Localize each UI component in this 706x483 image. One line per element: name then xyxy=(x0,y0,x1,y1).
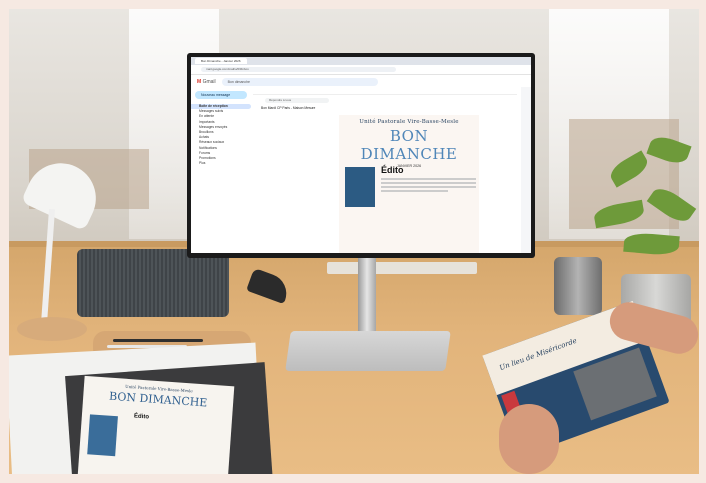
newsletter-image xyxy=(345,167,375,207)
print-image xyxy=(87,414,118,457)
keyboard xyxy=(327,262,477,274)
speaker xyxy=(77,249,229,317)
url-input[interactable]: mail.google.com/mail/u/0/#inbox xyxy=(201,67,396,72)
message-toolbar xyxy=(253,87,517,95)
search-input[interactable]: Bon dimanche xyxy=(221,77,378,86)
gmail-sidebar: Nouveau message Boîte de réception Messa… xyxy=(191,87,251,253)
metal-canister xyxy=(554,257,602,315)
print-section: Édito xyxy=(133,413,150,421)
sidebar-item-more[interactable]: Plus xyxy=(191,161,251,166)
gmail-logo: M Gmail xyxy=(197,78,216,85)
desk-lamp-base xyxy=(17,317,87,341)
printed-newsletter: Unité Pastorale Vire-Basse-Mesle BON DIM… xyxy=(77,375,235,474)
monitor-stand-base xyxy=(285,331,451,371)
browser-url-bar: mail.google.com/mail/u/0/#inbox xyxy=(191,65,531,75)
browser-tab-bar: Bon Dimanche - Janvier 2026 xyxy=(191,57,531,65)
newsletter-title: BON DIMANCHE xyxy=(360,127,458,163)
monitor: Bon Dimanche - Janvier 2026 mail.google.… xyxy=(187,53,535,258)
newsletter-preview: Unité Pastorale Vire-Basse-Mesle BON DIM… xyxy=(339,115,479,253)
gmail-side-panel xyxy=(521,87,531,253)
gmail-message-pane: Répondre à tous Bon Mardi CP Paris - Mai… xyxy=(253,87,517,253)
compose-button[interactable]: Nouveau message xyxy=(195,91,247,99)
monitor-stand xyxy=(358,258,376,336)
reply-all-button[interactable]: Répondre à tous xyxy=(265,98,329,103)
monitor-screen: Bon Dimanche - Janvier 2026 mail.google.… xyxy=(191,57,531,253)
photo-frame: Bon Dimanche - Janvier 2026 mail.google.… xyxy=(9,9,699,474)
newsletter-body xyxy=(381,178,476,194)
newsletter-section: Édito xyxy=(381,165,404,175)
newsletter-subtitle: Unité Pastorale Vire-Basse-Mesle xyxy=(359,119,459,125)
left-hand xyxy=(499,404,559,474)
message-sender: Bon Mardi CP Paris - Maison Mesure xyxy=(253,105,517,111)
browser-tab[interactable]: Bon Dimanche - Janvier 2026 xyxy=(195,58,247,64)
sender-name: Bon Mardi CP Paris - Maison Mesure xyxy=(261,106,316,110)
pen xyxy=(113,339,203,342)
